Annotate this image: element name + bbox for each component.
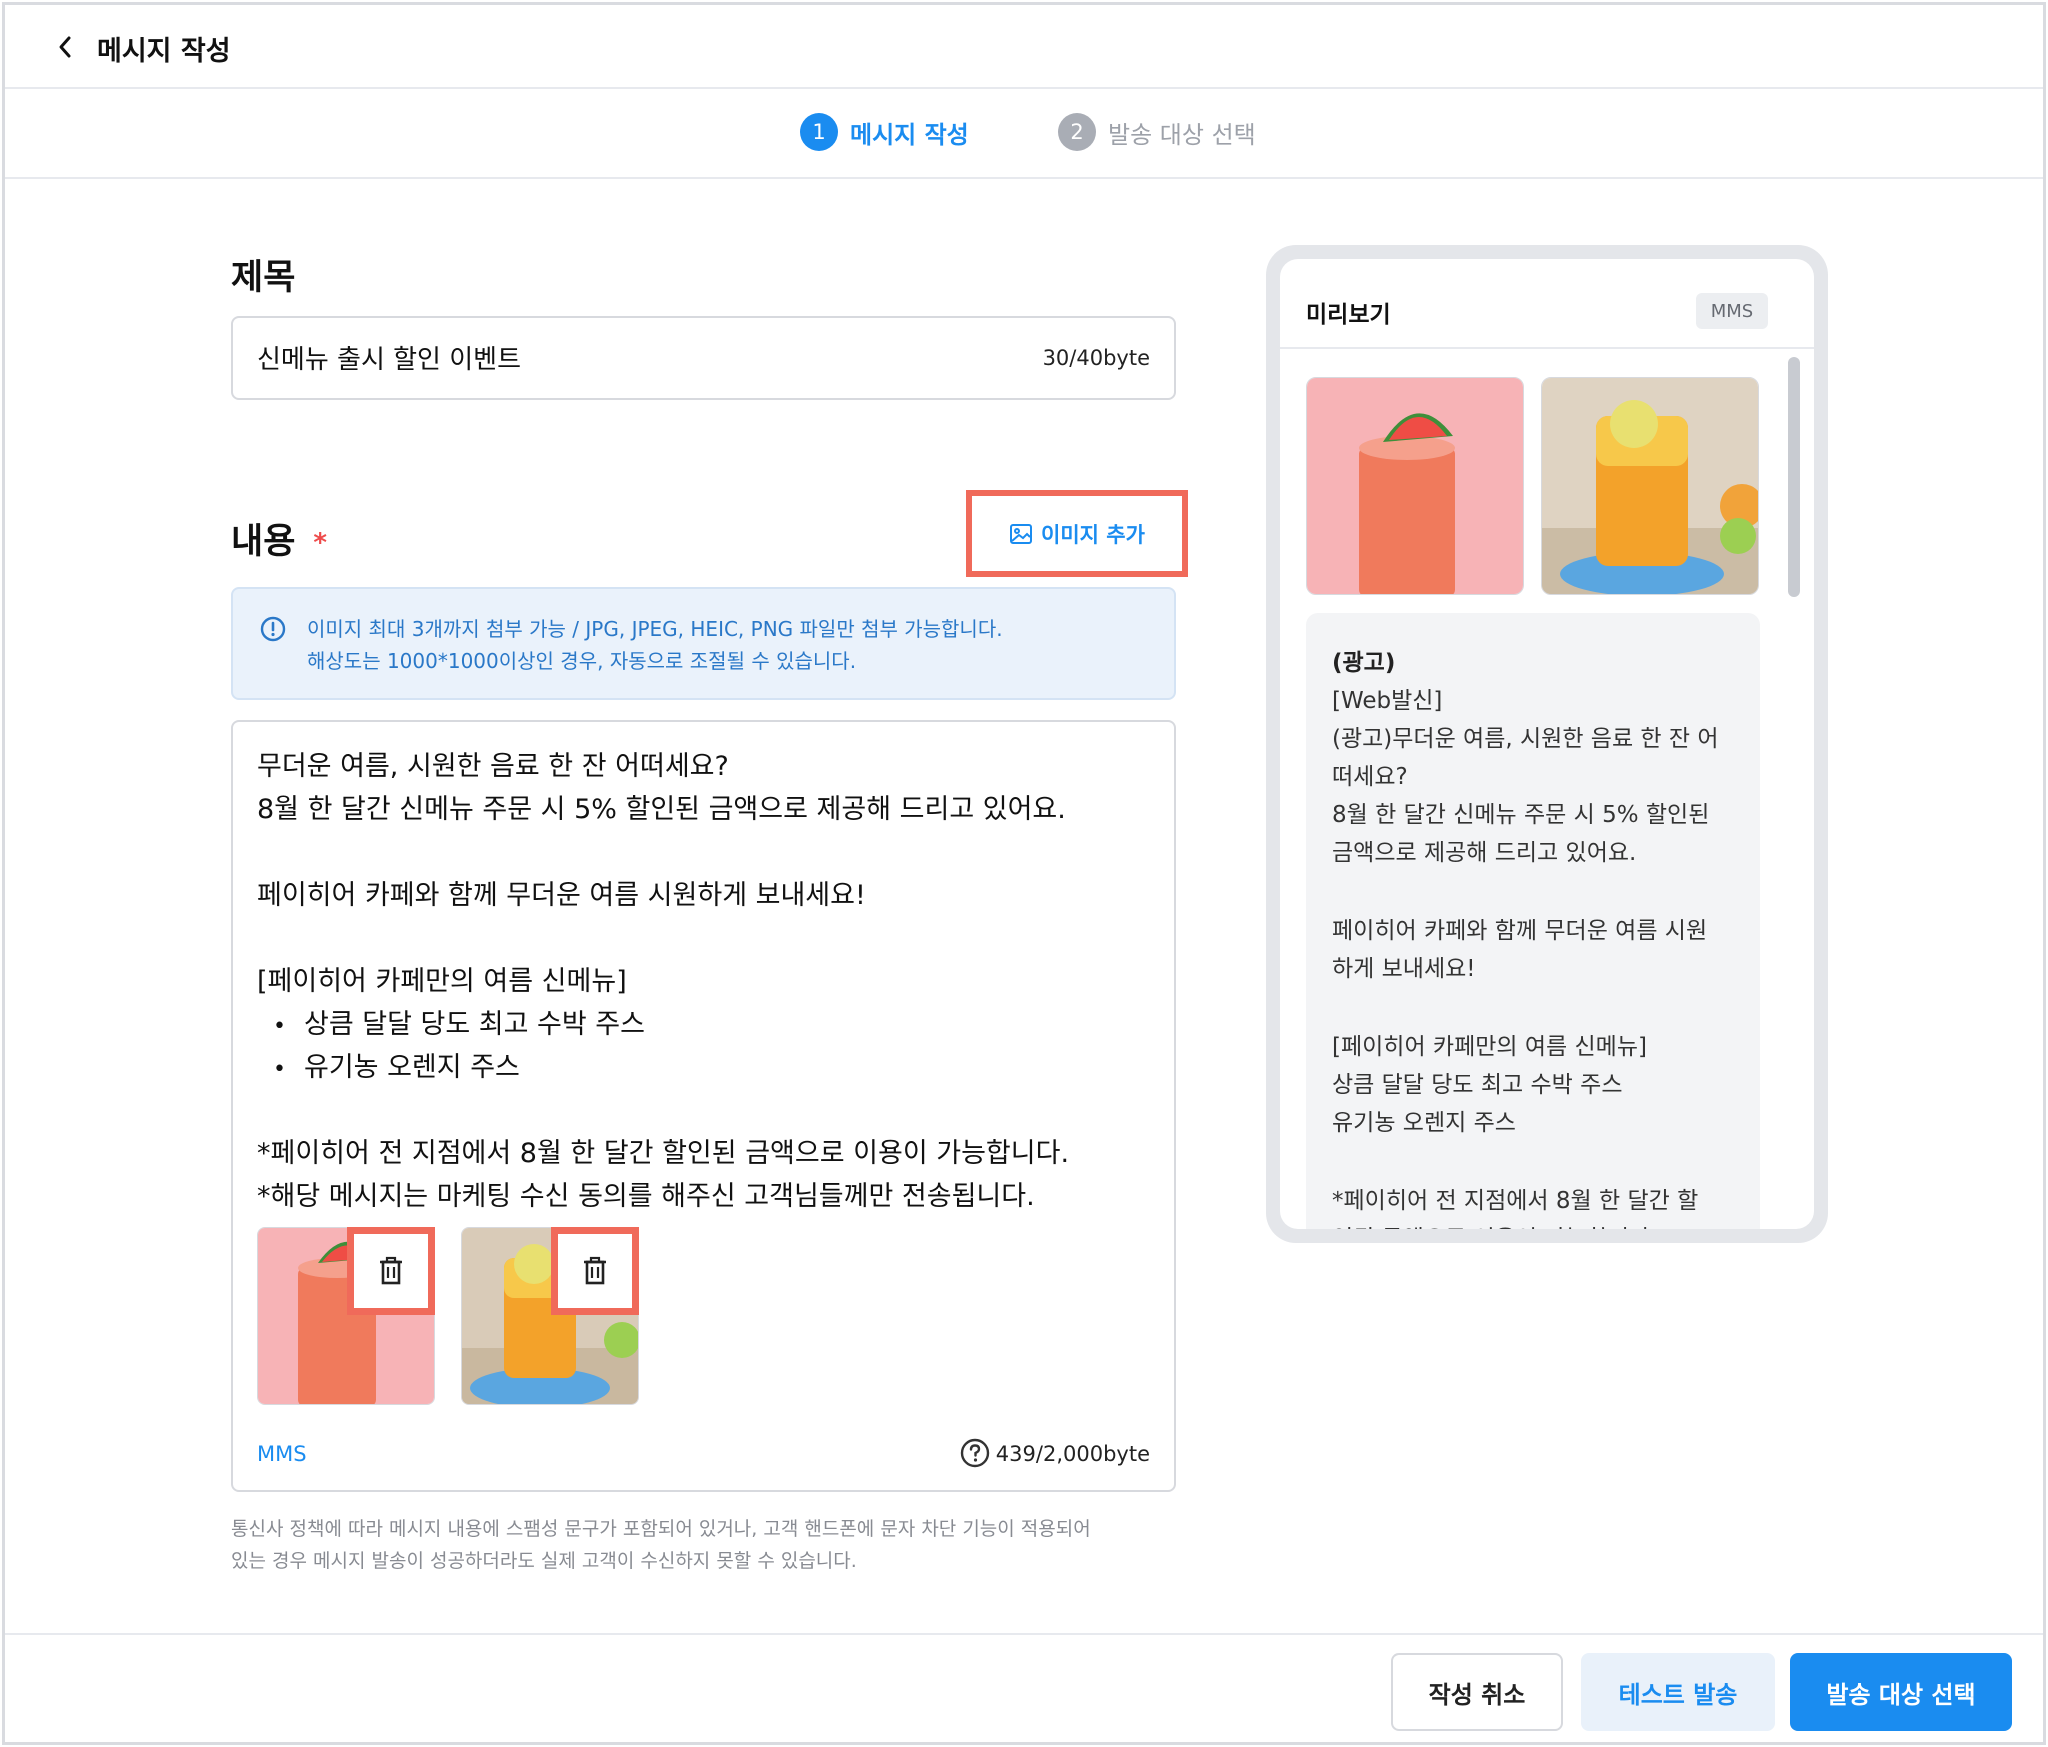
message-type-label: MMS	[257, 1442, 307, 1466]
preview-image-orange	[1541, 377, 1759, 595]
app-window: 메시지 작성 1 메시지 작성 2 발송 대상 선택 제목 30/40byte …	[2, 2, 2046, 1745]
preview-panel: 미리보기 MMS (광고) [Web발신] (광고)무더운 여름, 시원한 음료…	[1266, 245, 1828, 1243]
notice-line: 해상도는 1000*1000이상인 경우, 자동으로 조절될 수 있습니다.	[307, 649, 857, 673]
footer-action-bar: 작성 취소 테스트 발송 발송 대상 선택	[5, 1633, 2043, 1742]
message-line: 8월 한 달간 신메뉴 주문 시 5% 할인된 금액으로 제공해 드리고 있어요…	[257, 794, 1066, 825]
step-select-recipients[interactable]: 2 발송 대상 선택	[1058, 113, 1256, 151]
preview-line: 상큼 달달 당도 최고 수박 주스	[1332, 1072, 1623, 1098]
required-mark: *	[313, 528, 328, 558]
content-section-title: 내용 *	[231, 513, 327, 564]
preview-line: 유기농 오렌지 주스	[1332, 1110, 1516, 1136]
chevron-left-icon	[59, 36, 71, 58]
trash-icon	[584, 1256, 606, 1285]
back-button[interactable]	[51, 32, 79, 62]
stepper: 1 메시지 작성 2 발송 대상 선택	[5, 91, 2043, 179]
top-bar: 메시지 작성	[5, 5, 2043, 89]
page-title: 메시지 작성	[97, 36, 231, 67]
preview-header: 미리보기 MMS	[1280, 259, 1814, 349]
preview-line: 떠세요?	[1332, 764, 1408, 790]
preview-screen: 미리보기 MMS (광고) [Web발신] (광고)무더운 여름, 시원한 음료…	[1280, 259, 1814, 1229]
preview-line: 금액으로 제공해 드리고 있어요.	[1332, 840, 1637, 866]
preview-type-badge: MMS	[1696, 293, 1768, 329]
content-title-text: 내용	[231, 522, 296, 562]
delete-image-button[interactable]	[551, 1227, 639, 1315]
preview-line: [페이히어 카페만의 여름 신메뉴]	[1332, 1034, 1647, 1060]
preview-line: [Web발신]	[1332, 688, 1443, 714]
message-bullet: 유기농 오렌지 주스	[273, 1045, 520, 1084]
message-line: 무더운 여름, 시원한 음료 한 잔 어떠세요?	[257, 751, 729, 782]
preview-scrollbar[interactable]	[1786, 357, 1800, 1229]
image-icon	[1010, 523, 1033, 544]
step-label: 메시지 작성	[850, 120, 969, 149]
trash-icon	[380, 1256, 402, 1285]
subject-input[interactable]	[257, 342, 957, 372]
test-send-button[interactable]: 테스트 발송	[1581, 1653, 1775, 1731]
message-line: [페이히어 카페만의 여름 신메뉴]	[257, 966, 627, 997]
preview-title: 미리보기	[1306, 302, 1391, 328]
step-compose[interactable]: 1 메시지 작성	[800, 113, 969, 151]
message-content-field[interactable]: 무더운 여름, 시원한 음료 한 잔 어떠세요? 8월 한 달간 신메뉴 주문 …	[231, 720, 1176, 1492]
message-line: *페이히어 전 지점에서 8월 한 달간 할인된 금액으로 이용이 가능합니다.	[257, 1138, 1070, 1169]
subject-section-title: 제목	[231, 258, 296, 298]
disclaimer-line: 있는 경우 메시지 발송이 성공하더라도 실제 고객이 수신하지 못할 수 있습…	[231, 1550, 857, 1572]
disclaimer-line: 통신사 정책에 따라 메시지 내용에 스팸성 문구가 포함되어 있거나, 고객 …	[231, 1518, 1091, 1540]
image-notice: 이미지 최대 3개까지 첨부 가능 / JPG, JPEG, HEIC, PNG…	[231, 587, 1176, 700]
select-recipients-button[interactable]: 발송 대상 선택	[1790, 1653, 2012, 1731]
content-byte-count: 439/2,000byte	[995, 1442, 1150, 1466]
message-line: *해당 메시지는 마케팅 수신 동의를 해주신 고객님들께만 전송됩니다.	[257, 1181, 1035, 1212]
add-image-button[interactable]: 이미지 추가	[966, 490, 1188, 577]
subject-field[interactable]: 30/40byte	[231, 316, 1176, 400]
preview-image-watermelon	[1306, 377, 1524, 595]
preview-line: (광고)	[1332, 650, 1396, 676]
cancel-button[interactable]: 작성 취소	[1391, 1653, 1563, 1731]
notice-line: 이미지 최대 3개까지 첨부 가능 / JPG, JPEG, HEIC, PNG…	[307, 617, 1003, 641]
message-bullet: 상큼 달달 당도 최고 수박 주스	[273, 1002, 645, 1041]
preview-line: 페이히어 카페와 함께 무더운 여름 시원	[1332, 918, 1708, 944]
add-image-label: 이미지 추가	[1041, 522, 1145, 547]
preview-scrollbar-thumb[interactable]	[1788, 357, 1800, 597]
preview-message-bubble: (광고) [Web발신] (광고)무더운 여름, 시원한 음료 한 잔 어 떠세…	[1306, 613, 1760, 1229]
preview-line: (광고)무더운 여름, 시원한 음료 한 잔 어	[1332, 726, 1719, 752]
delete-image-button[interactable]	[347, 1227, 435, 1315]
step-number: 2	[1058, 113, 1096, 151]
info-icon	[260, 616, 286, 642]
step-label: 발송 대상 선택	[1108, 120, 1256, 149]
preview-line: 8월 한 달간 신메뉴 주문 시 5% 할인된	[1332, 802, 1710, 828]
preview-line: 인된 금액으로 이용이 가능합니다.	[1332, 1219, 1657, 1229]
preview-line: *페이히어 전 지점에서 8월 한 달간 할	[1332, 1188, 1699, 1214]
help-circle-icon[interactable]	[959, 1437, 991, 1469]
step-number: 1	[800, 113, 838, 151]
message-line: 페이히어 카페와 함께 무더운 여름 시원하게 보내세요!	[257, 880, 866, 911]
preview-line: 하게 보내세요!	[1332, 956, 1476, 982]
subject-byte-count: 30/40byte	[1042, 346, 1150, 370]
